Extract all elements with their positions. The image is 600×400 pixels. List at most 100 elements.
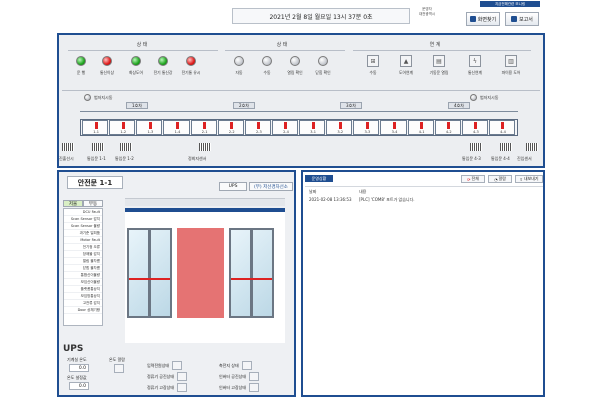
door-status-marker	[257, 122, 261, 129]
run-lamp-icon	[76, 56, 86, 66]
door-status-marker	[392, 122, 396, 129]
door-link-icon[interactable]: ▲	[400, 55, 412, 67]
door-cell[interactable]: 3-3	[353, 120, 380, 135]
fault-item: 고전류 감지	[64, 300, 102, 307]
all-button-label: 전체	[471, 176, 479, 181]
door-cell[interactable]: 4-3	[461, 120, 488, 135]
door-4-3-sensor-icon	[470, 143, 482, 151]
door-cell[interactable]: 2-3	[244, 120, 271, 135]
manual-icon[interactable]: ⊞	[367, 55, 379, 67]
door-lamp-icon	[131, 56, 141, 66]
start-open-icon[interactable]: ▤	[433, 55, 445, 67]
door-cell[interactable]: 2-4	[271, 120, 298, 135]
door-code: 1-4	[174, 130, 181, 134]
ups-indicator-label: 입력전원상태	[147, 362, 170, 368]
door-code: 1-3	[147, 130, 154, 134]
door-cell[interactable]: 2-1	[190, 120, 217, 135]
door-code: 3-3	[364, 130, 371, 134]
door-cell[interactable]: 4-4	[488, 120, 515, 135]
ups-button[interactable]: UPS	[219, 182, 247, 191]
fault-list: DCU Fault Scan Sensor 감지 Scan Sensor 불량 과기준…	[63, 208, 103, 326]
ups-indicator	[249, 372, 260, 381]
comm-link-icon[interactable]: ϟ	[469, 55, 481, 67]
fault-item: 모임방통상지	[64, 293, 102, 300]
ups-indicator-label: 인버터 고장상태	[219, 384, 247, 390]
ups-indicator-label: 정류기 고장상태	[147, 384, 175, 390]
export-button[interactable]: ⇪ 내보내기	[515, 175, 543, 183]
power-hold-lamp-icon	[186, 56, 196, 66]
export-button-label: 내보내기	[523, 176, 539, 181]
right-fixed-panel	[229, 228, 274, 318]
fault-item: 과기준 일피품	[64, 230, 102, 237]
report-button-label: 보고서	[519, 16, 533, 23]
temp-setpoint-label: 온도 설정값	[67, 375, 87, 380]
car-3-label[interactable]: 3호차	[340, 102, 362, 109]
power-comm-lamp-icon	[158, 56, 168, 66]
ups-indicator-row: 정류기 공진상태	[147, 372, 188, 381]
car-2-label[interactable]: 2호차	[233, 102, 255, 109]
door-cell[interactable]: 1-3	[136, 120, 163, 135]
temp-setpoint-value: 0.0	[69, 382, 89, 390]
door-panel-icon[interactable]: ▥	[505, 55, 517, 67]
log-tab[interactable]: 운영상황	[305, 175, 333, 182]
door-status-marker	[474, 122, 478, 129]
car-4-label[interactable]: 4호차	[448, 102, 470, 109]
car-1-label[interactable]: 1호차	[126, 102, 148, 109]
view-button[interactable]: 화면찾기	[466, 12, 500, 26]
door-status-marker	[311, 122, 315, 129]
state-group-title: 상 태	[136, 42, 148, 48]
door-cell[interactable]: 1-4	[163, 120, 190, 135]
door-cell[interactable]: 4-2	[434, 120, 461, 135]
operation-log-panel: 운영상황 ⟳ 전체 ◔ 알람 ⇪ 내보내기 날짜 내용 2021-02-08 13:3…	[301, 170, 545, 397]
door-1-1-sensor-icon	[92, 143, 104, 151]
door-cell[interactable]: 1-2	[109, 120, 136, 135]
divider	[68, 50, 218, 51]
door-status-marker	[121, 122, 125, 129]
export-icon: ⇪	[519, 176, 523, 182]
monitoring-link[interactable]: 지금전해관련 모니링	[480, 1, 540, 7]
ups-indicator-row: 인버터 공진상태	[219, 372, 260, 381]
divider	[62, 90, 540, 91]
alarm-button[interactable]: ◔ 알람	[488, 175, 512, 183]
log-row[interactable]: 2021-02-08 13:36:53 [PLC] 'COM8' 포트가 없습니…	[309, 197, 541, 203]
ups-indicator-row: 인버터 고장상태	[219, 383, 260, 392]
open-lamp-icon	[290, 56, 300, 66]
fault-tab-active[interactable]: 저울	[63, 200, 83, 207]
ups-indicator-row: 축전지 상태	[219, 361, 252, 370]
door-title: 안전문 1-1	[67, 176, 123, 189]
fault-item: 전기정 오류	[64, 244, 102, 251]
state-label: 화상도어	[129, 70, 143, 75]
report-button[interactable]: 보고서	[505, 12, 539, 26]
door-cell[interactable]: 2-2	[217, 120, 244, 135]
door-cell[interactable]: 3-1	[299, 120, 326, 135]
ups-indicator	[177, 383, 188, 392]
door-cell[interactable]: 3-4	[380, 120, 407, 135]
right-top-label: 범저지시동	[480, 95, 499, 100]
door-top-stripe	[125, 208, 285, 212]
door-1-1-label: 통입문 1-1	[87, 156, 106, 161]
status-label: 열림 확인	[287, 70, 303, 75]
door-4-4-sensor-icon	[500, 143, 512, 151]
door-visual	[125, 208, 285, 343]
temp-alarm-indicator	[114, 364, 124, 373]
door-code: 3-4	[391, 130, 398, 134]
red-bar	[129, 278, 170, 280]
link-label: 도어연계	[399, 70, 413, 75]
divider	[225, 50, 345, 51]
sensor-left-icon	[84, 94, 91, 101]
mullion	[250, 230, 253, 316]
fault-tab-inactive[interactable]: 부동	[83, 200, 103, 207]
door-status-marker	[175, 122, 179, 129]
door-header-strip	[125, 198, 285, 206]
alarm-button-label: 알람	[498, 176, 506, 181]
door-cell[interactable]: 3-2	[326, 120, 353, 135]
room-temp-label: 기계실 온도	[67, 357, 87, 362]
door-code: 3-1	[310, 130, 316, 134]
door-cell[interactable]: 4-1	[407, 120, 434, 135]
all-button[interactable]: ⟳ 전체	[461, 175, 485, 183]
door-cell[interactable]: 1-1	[82, 120, 109, 135]
link-label: 기동운 열림	[429, 70, 449, 75]
log-header: 날짜 내용	[309, 189, 541, 195]
door-status-marker	[420, 122, 424, 129]
sensor-button[interactable]: (부) 저선경차선소	[249, 182, 293, 191]
